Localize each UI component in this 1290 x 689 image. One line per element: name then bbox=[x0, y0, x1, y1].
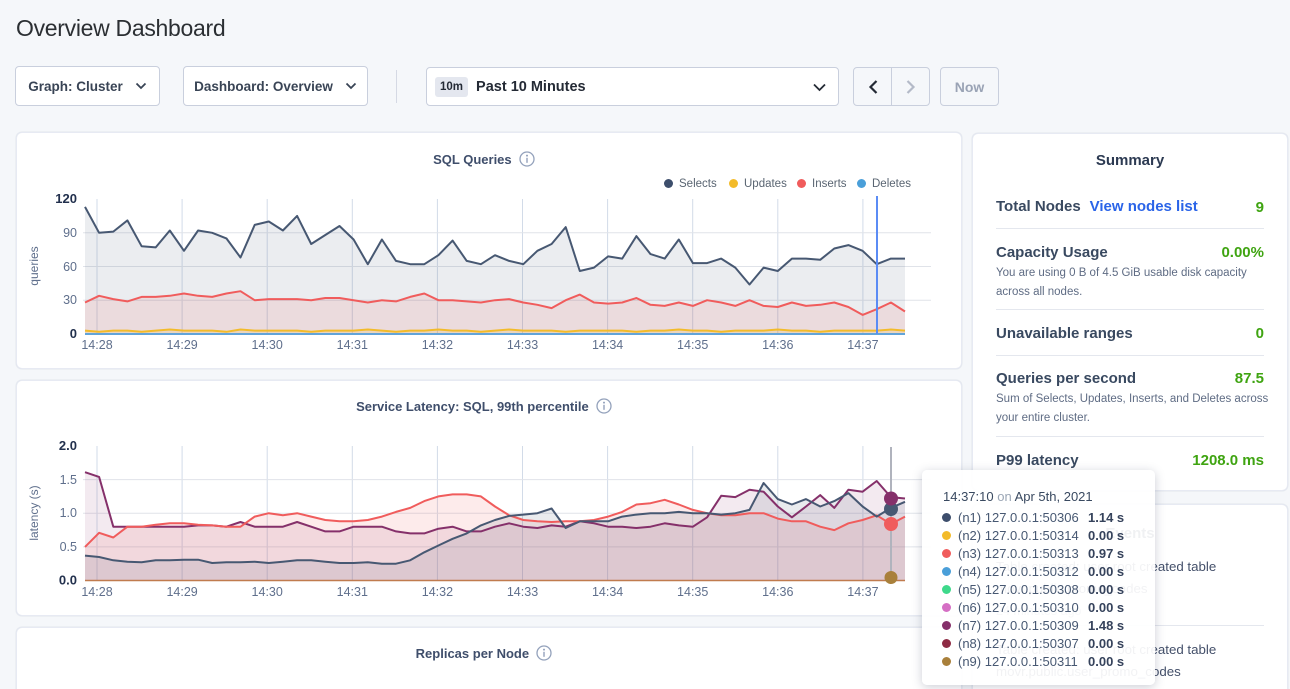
svg-text:14:29: 14:29 bbox=[166, 338, 197, 352]
svg-text:1.0: 1.0 bbox=[60, 506, 77, 520]
svg-text:14:35: 14:35 bbox=[677, 585, 708, 599]
svg-text:14:34: 14:34 bbox=[592, 338, 623, 352]
svg-text:0: 0 bbox=[70, 326, 77, 341]
svg-text:14:32: 14:32 bbox=[422, 585, 453, 599]
svg-text:14:29: 14:29 bbox=[166, 585, 197, 599]
svg-text:30: 30 bbox=[63, 293, 77, 307]
svg-text:60: 60 bbox=[63, 260, 77, 274]
svg-text:14:36: 14:36 bbox=[762, 585, 793, 599]
svg-text:14:35: 14:35 bbox=[677, 338, 708, 352]
svg-text:14:36: 14:36 bbox=[762, 338, 793, 352]
svg-text:14:33: 14:33 bbox=[507, 338, 538, 352]
svg-text:14:37: 14:37 bbox=[847, 585, 878, 599]
svg-text:queries: queries bbox=[27, 246, 41, 285]
svg-text:14:31: 14:31 bbox=[337, 585, 368, 599]
svg-text:14:30: 14:30 bbox=[252, 585, 283, 599]
svg-text:120: 120 bbox=[55, 191, 77, 206]
svg-text:14:28: 14:28 bbox=[81, 585, 112, 599]
svg-text:14:30: 14:30 bbox=[252, 338, 283, 352]
svg-text:14:37: 14:37 bbox=[847, 338, 878, 352]
svg-text:0.0: 0.0 bbox=[59, 573, 77, 588]
svg-text:90: 90 bbox=[63, 226, 77, 240]
svg-text:14:31: 14:31 bbox=[337, 338, 368, 352]
svg-text:14:28: 14:28 bbox=[81, 338, 112, 352]
svg-text:latency (s): latency (s) bbox=[27, 485, 41, 540]
svg-text:14:32: 14:32 bbox=[422, 338, 453, 352]
svg-text:14:34: 14:34 bbox=[592, 585, 623, 599]
svg-text:14:33: 14:33 bbox=[507, 585, 538, 599]
svg-text:0.5: 0.5 bbox=[60, 540, 77, 554]
svg-text:2.0: 2.0 bbox=[59, 438, 77, 453]
svg-text:1.5: 1.5 bbox=[60, 473, 77, 487]
